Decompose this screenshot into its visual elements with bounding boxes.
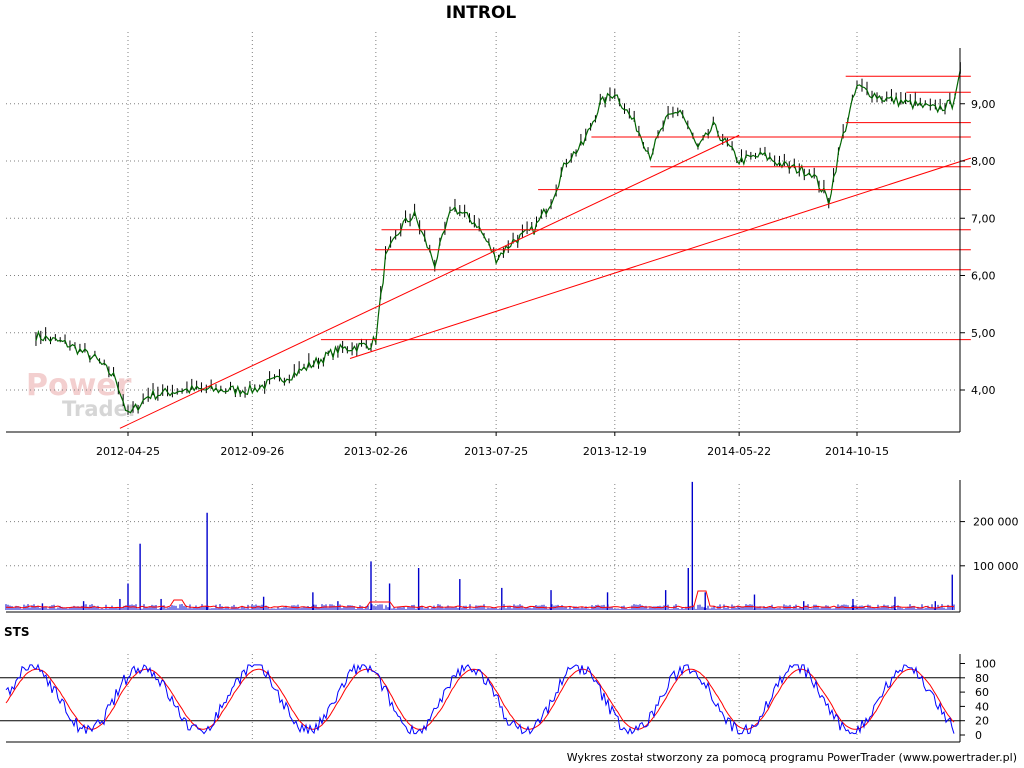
watermark-line2: Trader [62,397,139,421]
sts-axes [6,654,965,743]
sts-y-tick-label: 0 [975,729,982,742]
volume-grid [6,484,958,612]
x-tick-label: 2013-07-25 [464,445,528,458]
price-line [35,69,961,414]
price-y-tick-label: 9,00 [971,98,996,111]
sts-y-tick-labels: 020 406080100 [975,658,996,743]
uptrend-line-2 [349,157,971,359]
price-y-tick-label: 8,00 [971,155,996,168]
footer-credit: Wykres został stworzony za pomocą progra… [567,751,1017,764]
volume-y-tick-label: 200 000 [973,516,1019,529]
chart-title: INTROL [446,3,517,23]
price-y-tick-label: 5,00 [971,327,996,340]
sts-y-tick-label: 40 [975,700,989,713]
x-tick-label: 2012-09-26 [220,445,284,458]
volume-bars [5,481,955,610]
sts-y-tick-label: 20 [975,715,989,728]
sts-y-tick-label: 100 [975,658,996,671]
x-tick-label: 2014-10-15 [825,445,889,458]
volume-axes [6,480,965,613]
volume-y-tick-label: 100 000 [973,560,1019,573]
x-tick-label: 2012-04-25 [96,445,160,458]
x-tick-label: 2013-02-26 [344,445,408,458]
volume-average [5,590,955,609]
sts-panel-label: STS [4,625,29,639]
chart-canvas: Power Trader INTROL 4,00 5,00 6,00 7,00 8,00… [0,3,1019,764]
price-y-tick-label: 6,00 [971,270,996,283]
sts-y-tick-label: 60 [975,686,989,699]
x-tick-label: 2014-05-22 [707,445,771,458]
sts-grid [0,654,960,740]
powertrader-watermark: Power Trader [26,368,139,421]
price-y-tick-labels: 4,00 5,00 6,00 7,00 8,00 9,00 [971,98,996,397]
price-y-tick-label: 4,00 [971,384,996,397]
x-tick-label: 2013-12-19 [583,445,647,458]
price-x-tick-labels: 2012-04-25 2012-09-26 2013-02-26 2013-07-25… [96,445,889,458]
price-series [35,62,961,415]
volume-y-tick-labels: 100 000 200 000 [973,516,1019,573]
sts-y-tick-label: 80 [975,672,989,685]
uptrend-line-1 [119,134,740,429]
volume-average-line [5,590,955,609]
price-hl-bars [35,62,961,415]
sts-lines [5,663,955,735]
price-axes [6,48,965,436]
price-y-tick-label: 7,00 [971,212,996,225]
